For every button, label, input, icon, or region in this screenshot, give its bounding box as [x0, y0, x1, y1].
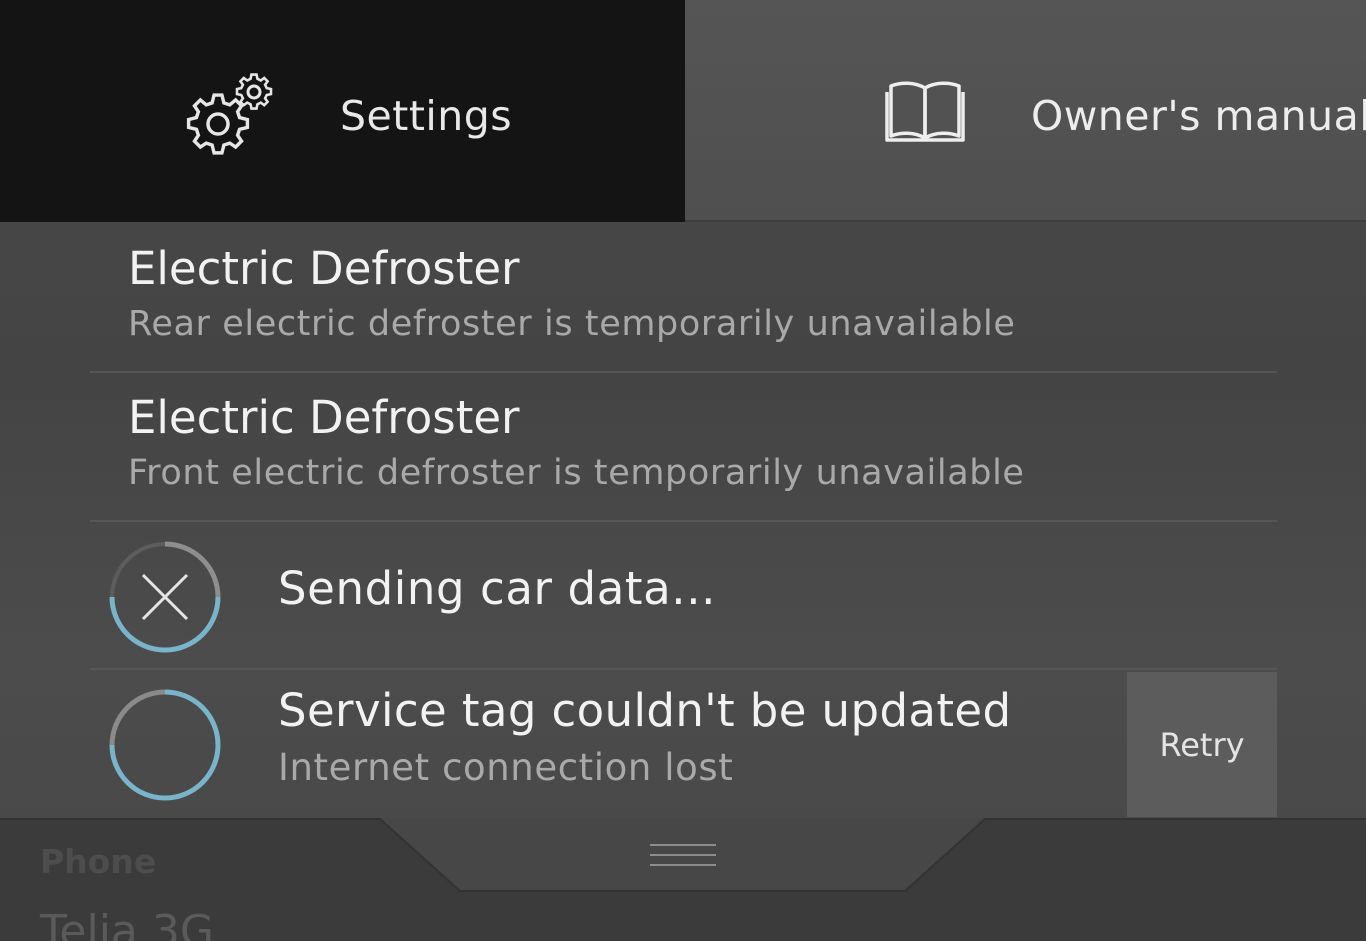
- carrier-label: Telia 3G: [40, 906, 214, 941]
- notification-title: Electric Defroster: [128, 242, 520, 295]
- notification-item: Sending car data...: [90, 522, 1277, 670]
- settings-label: Settings: [340, 92, 513, 140]
- notification-subtitle: Front electric defroster is temporarily …: [128, 453, 1025, 493]
- notification-title: Electric Defroster: [128, 391, 520, 444]
- notification-item[interactable]: Electric Defroster Rear electric defrost…: [90, 224, 1277, 373]
- notification-item[interactable]: Electric Defroster Front electric defros…: [90, 373, 1277, 522]
- handle-icon[interactable]: [650, 842, 716, 868]
- notification-title: Sending car data...: [278, 562, 717, 615]
- notification-subtitle: Rear electric defroster is temporarily u…: [128, 304, 1016, 344]
- screen: Settings Owner's manual Electric Defrost…: [0, 0, 1366, 941]
- cancel-sending-button[interactable]: [108, 540, 222, 654]
- spinner-icon: [108, 688, 222, 802]
- notification-item: Service tag couldn't be updated Internet…: [90, 670, 1277, 817]
- gear-icon: [186, 70, 278, 160]
- owners-manual-label: Owner's manual: [1031, 92, 1366, 140]
- settings-tab[interactable]: Settings: [0, 0, 685, 222]
- spinner-cancel-icon: [109, 541, 221, 653]
- notification-title: Service tag couldn't be updated: [278, 684, 1012, 737]
- retry-button[interactable]: Retry: [1127, 672, 1277, 817]
- notification-list: Electric Defroster Rear electric defrost…: [90, 224, 1277, 817]
- book-icon: [885, 78, 965, 144]
- top-bar: Settings Owner's manual: [0, 0, 1366, 222]
- owners-manual-tab[interactable]: Owner's manual: [685, 0, 1366, 222]
- notification-subtitle: Internet connection lost: [278, 746, 734, 789]
